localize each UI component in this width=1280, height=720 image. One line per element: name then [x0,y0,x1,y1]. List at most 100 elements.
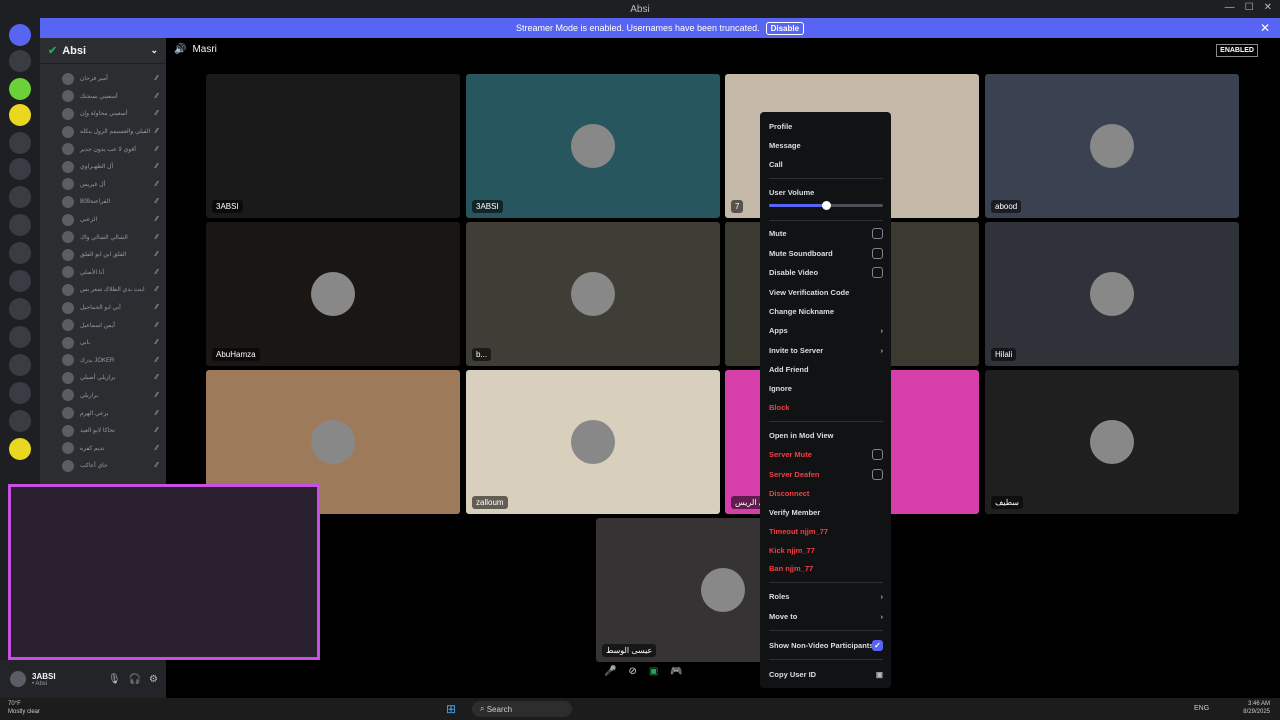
list-item[interactable]: الزعبي ⁄⁄ [40,211,166,229]
menu-item-message[interactable]: Message [769,141,883,150]
video-tile[interactable]: Hilali [985,222,1239,366]
clock[interactable]: 3:46 AM 8/29/2025 [1243,700,1270,716]
video-tile[interactable]: سطيف [985,370,1239,514]
server-icon[interactable] [9,242,31,264]
menu-item-change-nickname[interactable]: Change Nickname [769,307,883,316]
server-icon[interactable] [9,326,31,348]
close-icon[interactable]: ✕ [1260,21,1270,35]
server-icon[interactable] [9,214,31,236]
menu-item-disable-video[interactable]: Disable Video [769,267,883,278]
activity-icon[interactable]: 🎮 [670,666,682,677]
menu-item-roles[interactable]: Roles › [769,592,883,601]
list-item[interactable]: جاي أعاكب ⁄⁄ [40,457,166,475]
menu-item-ban[interactable]: Ban njjm_77 [769,564,883,573]
server-icon[interactable] [9,298,31,320]
menu-item-mute-soundboard[interactable]: Mute Soundboard [769,248,883,259]
checkbox[interactable] [872,469,883,480]
menu-item-server-deafen[interactable]: Server Deafen [769,469,883,480]
checkbox[interactable] [872,248,883,259]
windows-start-icon[interactable]: ⊞ [446,702,456,716]
weather-widget[interactable]: 70°F Mostly clear [8,700,40,716]
headphones-icon[interactable]: 🎧 [129,674,141,685]
list-item[interactable]: تحاكا لابو العيد ⁄⁄ [40,422,166,440]
list-item[interactable]: بدرك JOKER ⁄⁄ [40,352,166,370]
menu-item-disconnect[interactable]: Disconnect [769,489,883,498]
list-item[interactable]: أمير فرحان ⁄⁄ [40,70,166,88]
gear-icon[interactable]: ⚙ [149,674,158,685]
menu-item-invite[interactable]: Invite to Server › [769,346,883,355]
list-item[interactable]: أقوي لا عب بدون جدير ⁄⁄ [40,140,166,158]
menu-item-move-to[interactable]: Move to › [769,612,883,621]
list-item[interactable]: برعي الهرم ⁄⁄ [40,404,166,422]
server-icon[interactable] [9,438,31,460]
list-item[interactable]: أسعيني محاولة وإن ⁄⁄ [40,105,166,123]
home-icon[interactable] [9,24,31,46]
menu-item-server-mute[interactable]: Server Mute [769,449,883,460]
list-item[interactable]: ابنت بدي الطلاك شعر بس ⁄⁄ [40,281,166,299]
close-icon[interactable]: ✕ [1264,2,1272,13]
menu-item-timeout[interactable]: Timeout njjm_77 [769,527,883,536]
menu-item-call[interactable]: Call [769,160,883,169]
camera-off-icon[interactable]: ⊘ [628,666,636,677]
list-item[interactable]: بابي ⁄⁄ [40,334,166,352]
menu-item-add-friend[interactable]: Add Friend [769,365,883,374]
list-item[interactable]: الفلق ابن ابو الفلق ⁄⁄ [40,246,166,264]
maximize-icon[interactable]: ☐ [1245,2,1254,13]
menu-item-show-non-video[interactable]: Show Non-Video Participants ✓ [769,640,883,651]
server-icon[interactable] [9,354,31,376]
video-tile[interactable]: 3ABSI [466,74,720,218]
chevron-down-icon[interactable]: ⌄ [150,45,158,56]
microphone-icon[interactable]: 🎙 [108,674,121,685]
server-icon[interactable] [9,50,31,72]
disable-button[interactable]: Disable [765,21,805,35]
menu-item-mod-view[interactable]: Open in Mod View [769,431,883,440]
menu-item-verification[interactable]: View Verification Code [769,288,883,297]
server-icon[interactable] [9,78,31,100]
checkbox[interactable]: ✓ [872,640,883,651]
checkbox[interactable] [872,449,883,460]
menu-item-mute[interactable]: Mute [769,228,883,239]
list-item[interactable]: الشالي الشالي واك ⁄⁄ [40,228,166,246]
server-header[interactable]: ✔ Absi ⌄ [40,38,166,64]
language-indicator[interactable]: ENG [1194,705,1209,712]
menu-item-apps[interactable]: Apps › [769,326,883,335]
video-tile[interactable]: abood [985,74,1239,218]
list-item[interactable]: أنا الأصلي ⁄⁄ [40,264,166,282]
microphone-icon[interactable]: 🎤 [604,666,616,677]
menu-item-block[interactable]: Block [769,403,883,412]
server-icon[interactable] [9,270,31,292]
volume-knob[interactable] [822,201,831,210]
menu-item-verify[interactable]: Verify Member [769,508,883,517]
server-icon[interactable] [9,132,31,154]
server-icon[interactable] [9,410,31,432]
menu-item-profile[interactable]: Profile [769,122,883,131]
menu-item-kick[interactable]: Kick njjm_77 [769,546,883,555]
list-item[interactable]: برازيلي أصيلي ⁄⁄ [40,369,166,387]
list-item[interactable]: الفيلي والعسيمم الزول بنكله ⁄⁄ [40,123,166,141]
video-tile[interactable]: zalloum [466,370,720,514]
video-tile[interactable]: AbuHamza [206,222,460,366]
video-tile[interactable]: 3ABSI [206,74,460,218]
checkbox[interactable] [872,267,883,278]
taskbar-search[interactable]: ⌕ Search [472,701,572,717]
video-tile[interactable]: b... [466,222,720,366]
avatar[interactable] [10,671,26,687]
list-item[interactable]: أبي ابو الجماجيل ⁄⁄ [40,299,166,317]
server-icon[interactable] [9,104,31,126]
list-item[interactable]: أل غيريس ⁄⁄ [40,176,166,194]
list-item[interactable]: أيمن اسماعيل ⁄⁄ [40,316,166,334]
list-item[interactable]: برازيلي ⁄⁄ [40,387,166,405]
server-icon[interactable] [9,186,31,208]
checkbox[interactable] [872,228,883,239]
server-icon[interactable] [9,158,31,180]
list-item[interactable]: تديم كفره ⁄⁄ [40,439,166,457]
screen-share-icon[interactable]: ▣ [649,666,658,677]
menu-item-copy-id[interactable]: Copy User ID ▣ [769,670,883,679]
volume-slider[interactable] [769,201,883,210]
server-icon[interactable] [9,382,31,404]
list-item[interactable]: أسعيني بسجنك ⁄⁄ [40,88,166,106]
list-item[interactable]: الفراعنة809 ⁄⁄ [40,193,166,211]
list-item[interactable]: آل الظهـراوي ⁄⁄ [40,158,166,176]
menu-item-ignore[interactable]: Ignore [769,384,883,393]
minimize-icon[interactable]: — [1225,2,1235,13]
